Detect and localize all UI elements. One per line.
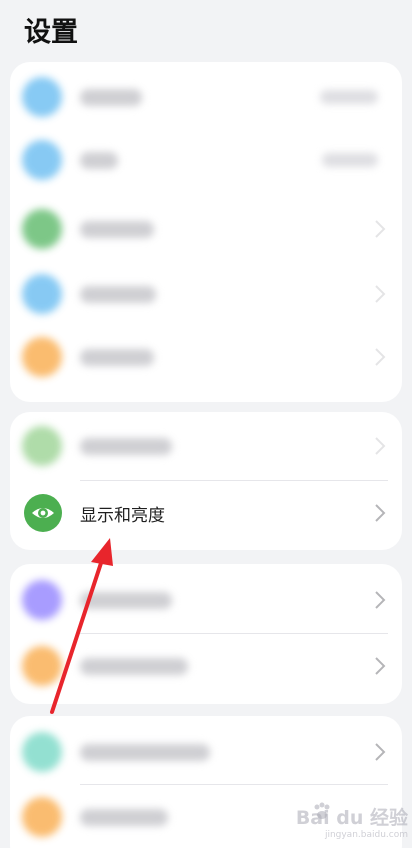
settings-item-blurred[interactable] [10,634,402,698]
eye-icon [24,494,62,532]
settings-card-display: 显示和亮度 [10,412,402,550]
chevron-right-icon [375,657,386,675]
blue-icon [22,274,62,314]
blurred-label [80,285,156,303]
page-title: 设置 [24,17,78,48]
settings-item-blurred[interactable] [10,720,402,784]
chevron-right-icon [375,285,386,303]
settings-item-blurred[interactable] [10,197,402,261]
settings-card-blurred-3 [10,564,402,704]
chevron-right-icon [375,743,386,761]
settings-item-blurred[interactable] [10,414,402,478]
settings-item-blurred[interactable] [10,262,402,326]
paw-icon [314,802,330,819]
blurred-label [80,220,154,238]
blurred-value [320,90,378,104]
settings-item-blurred[interactable] [10,65,402,129]
display-brightness-label: 显示和亮度 [80,506,165,526]
watermark-domain: jingyan.baidu.com [324,830,408,840]
orange-icon [22,797,62,837]
blurred-label [80,591,172,609]
blurred-label [80,743,210,761]
blurred-label [80,657,188,675]
settings-item-display-brightness[interactable]: 显示和亮度 [10,481,402,545]
chevron-right-icon [375,220,386,238]
light-green-icon [22,426,62,466]
orange-icon [22,646,62,686]
blue-icon [22,140,62,180]
settings-item-blurred[interactable] [10,325,402,389]
orange-icon [22,337,62,377]
blurred-label [80,151,118,169]
chevron-right-icon [375,348,386,366]
blurred-label [80,437,172,455]
settings-card-connectivity [10,62,402,402]
blurred-value [322,153,378,167]
blue-icon [22,77,62,117]
blurred-label [80,348,154,366]
settings-item-blurred[interactable] [10,568,402,632]
chevron-right-icon [375,591,386,609]
chevron-right-icon [375,437,386,455]
watermark: Bai du 经验 jingyan.baidu.com [296,802,408,840]
settings-item-blurred[interactable] [10,128,402,192]
blurred-label [80,808,168,826]
blurred-label [80,88,142,106]
purple-icon [22,580,62,620]
teal-icon [22,732,62,772]
green-icon [22,209,62,249]
chevron-right-icon [375,504,386,522]
